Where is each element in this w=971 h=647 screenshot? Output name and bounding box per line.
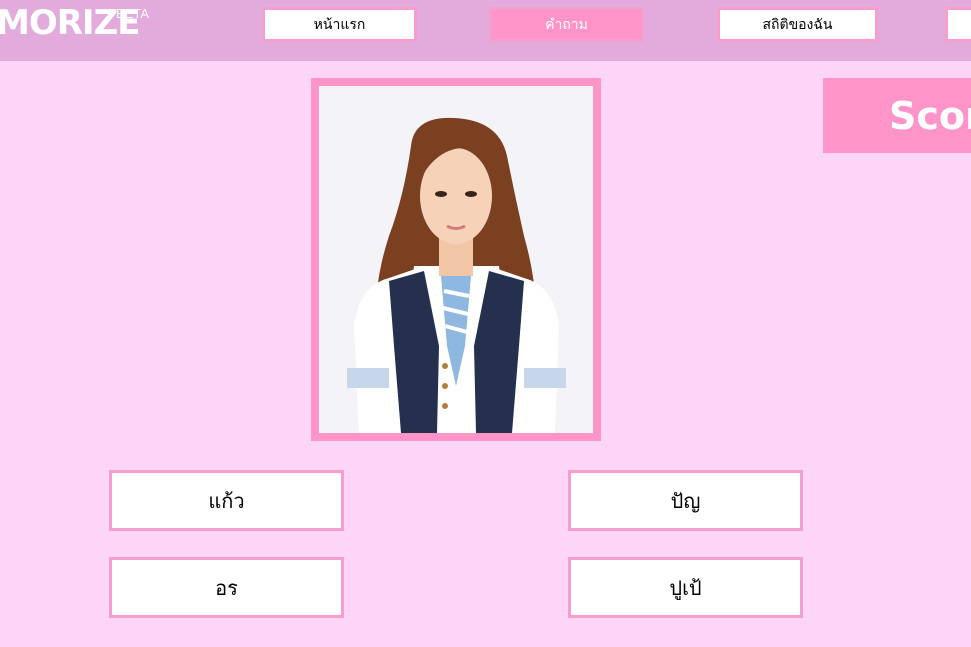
score-panel: Score: [823, 78, 971, 153]
nav-questions-button[interactable]: คำถาม: [489, 7, 644, 42]
nav-my-stats-button[interactable]: สถิติของฉัน: [717, 7, 878, 42]
nav-home-button[interactable]: หน้าแรก: [262, 7, 417, 42]
top-nav-bar: MORIZE BETA หน้าแรก คำถาม สถิติของฉัน: [0, 0, 971, 61]
answer-option-3[interactable]: อร: [109, 557, 344, 618]
answer-option-4[interactable]: ปูเป้: [568, 557, 803, 618]
answer-option-2[interactable]: ปัญ: [568, 470, 803, 531]
nav-extra-button[interactable]: [945, 7, 971, 42]
member-photo: [311, 78, 601, 441]
beta-badge: BETA: [116, 6, 149, 21]
member-portrait-image: [319, 86, 593, 433]
answer-option-1[interactable]: แก้ว: [109, 470, 344, 531]
